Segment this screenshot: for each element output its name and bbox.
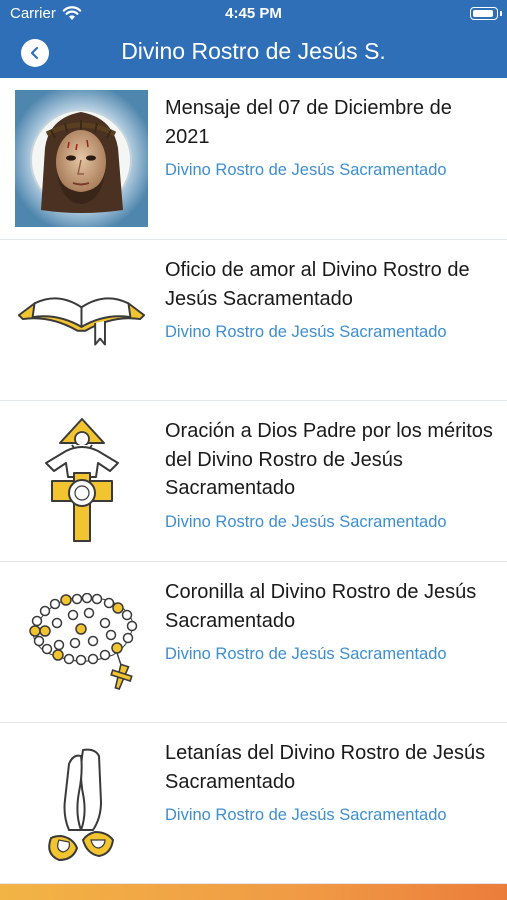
battery-icon	[470, 7, 502, 20]
bottom-decorative-bar	[0, 884, 507, 900]
item-subtitle: Divino Rostro de Jesús Sacramentado	[165, 645, 447, 663]
holy-face-image	[15, 90, 148, 227]
praying-hands-icon	[15, 735, 148, 872]
clock: 4:45 PM	[225, 5, 282, 22]
item-subtitle: Divino Rostro de Jesús Sacramentado	[165, 806, 447, 824]
item-title: Oración a Dios Padre por los méritos del…	[165, 420, 493, 499]
header-bar: Carrier 4:45 PM Divino Rostro de Jesús S…	[0, 0, 507, 78]
item-title: Mensaje del 07 de Diciembre de 2021	[165, 97, 452, 148]
item-subtitle: Divino Rostro de Jesús Sacramentado	[165, 161, 447, 179]
item-subtitle: Divino Rostro de Jesús Sacramentado	[165, 512, 447, 531]
item-title: Coronilla al Divino Rostro de Jesús Sacr…	[165, 581, 477, 632]
content-list: Mensaje del 07 de Diciembre de 2021 Divi…	[0, 78, 507, 884]
rosary-icon	[15, 574, 148, 711]
item-subtitle: Divino Rostro de Jesús Sacramentado	[165, 323, 447, 341]
list-item[interactable]: Oración a Dios Padre por los méritos del…	[0, 401, 507, 562]
open-book-icon	[15, 252, 148, 389]
status-bar: Carrier 4:45 PM	[0, 0, 507, 28]
list-item[interactable]: Oficio de amor al Divino Rostro de Jesús…	[0, 240, 507, 401]
item-title: Oficio de amor al Divino Rostro de Jesús…	[165, 259, 470, 310]
list-item[interactable]: Mensaje del 07 de Diciembre de 2021 Divi…	[0, 78, 507, 240]
item-title: Letanías del Divino Rostro de Jesús Sacr…	[165, 742, 486, 793]
list-item[interactable]: Letanías del Divino Rostro de Jesús Sacr…	[0, 723, 507, 884]
god-father-cross-icon	[15, 413, 148, 550]
page-title: Divino Rostro de Jesús S.	[121, 38, 386, 64]
list-item[interactable]: Coronilla al Divino Rostro de Jesús Sacr…	[0, 562, 507, 723]
